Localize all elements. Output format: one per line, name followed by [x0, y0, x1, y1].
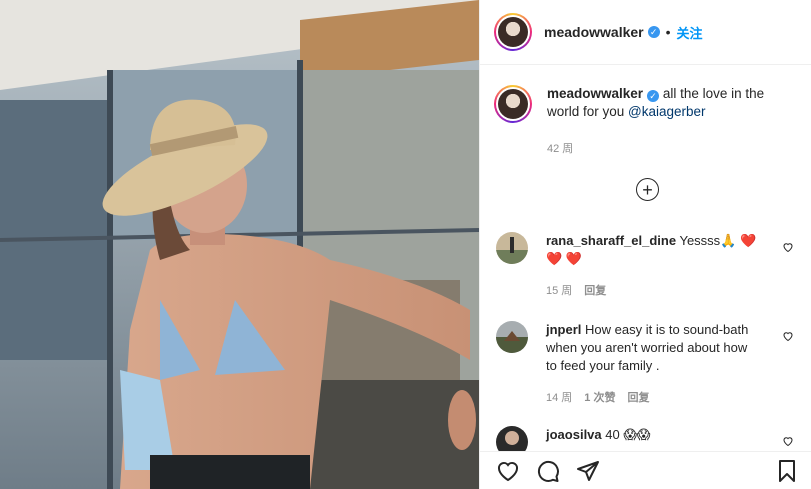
like-comment-heart-icon[interactable]	[782, 241, 794, 253]
heart-icon[interactable]	[496, 459, 520, 483]
commenter-avatar[interactable]	[496, 232, 528, 264]
comment-time[interactable]: 15 周	[546, 285, 572, 297]
commenter-username[interactable]: joaosilva	[546, 427, 602, 442]
comment-icon[interactable]	[536, 459, 560, 483]
comment-text: 40 😱😱	[605, 427, 651, 442]
reply-button[interactable]: 回复	[627, 392, 649, 404]
verified-badge-icon: ✓	[647, 26, 660, 38]
comment-text-continued: ❤️ ❤️	[546, 251, 582, 266]
post-action-bar	[480, 451, 811, 489]
caption-avatar[interactable]	[494, 85, 532, 123]
comment-item: rana_sharaff_el_dine Yessss🙏 ❤️ ❤️ ❤️ 15…	[496, 232, 796, 300]
verified-badge-icon: ✓	[647, 90, 660, 102]
load-more-icon[interactable]: +	[636, 178, 659, 201]
post-header: meadowwalker ✓ • 关注	[480, 0, 811, 65]
post-side-panel: meadowwalker ✓ • 关注 meadowwalker ✓ all th…	[479, 0, 811, 489]
comments-list: meadowwalker ✓ all the love in the world …	[480, 66, 811, 451]
post-media[interactable]	[0, 0, 479, 489]
post-photo	[0, 0, 479, 489]
comment-item: jnperl How easy it is to sound-bath when…	[496, 321, 796, 407]
comment-time[interactable]: 14 周	[546, 392, 572, 404]
header-separator: •	[665, 24, 671, 40]
caption-age: 42 周	[547, 143, 574, 155]
follow-button[interactable]: 关注	[677, 23, 703, 42]
comment-item: joaosilva 40 😱😱	[496, 426, 796, 451]
commenter-username[interactable]: jnperl	[546, 322, 581, 337]
comment-text: Yessss🙏 ❤️	[679, 233, 757, 248]
commenter-avatar[interactable]	[496, 426, 528, 451]
commenter-avatar[interactable]	[496, 321, 528, 353]
comment-likes[interactable]: 1 次赞	[584, 392, 615, 404]
author-username[interactable]: meadowwalker	[544, 24, 644, 40]
commenter-username[interactable]: rana_sharaff_el_dine	[546, 233, 676, 248]
like-comment-heart-icon[interactable]	[782, 435, 794, 447]
reply-button[interactable]: 回复	[584, 285, 606, 297]
author-avatar[interactable]	[494, 13, 532, 51]
share-icon[interactable]	[576, 459, 600, 483]
post-caption: meadowwalker ✓ all the love in the world …	[480, 66, 811, 158]
caption-mention-link[interactable]: @kaiagerber	[628, 104, 706, 119]
bookmark-icon[interactable]	[775, 459, 799, 483]
caption-username[interactable]: meadowwalker	[547, 86, 643, 101]
like-comment-heart-icon[interactable]	[782, 330, 794, 342]
